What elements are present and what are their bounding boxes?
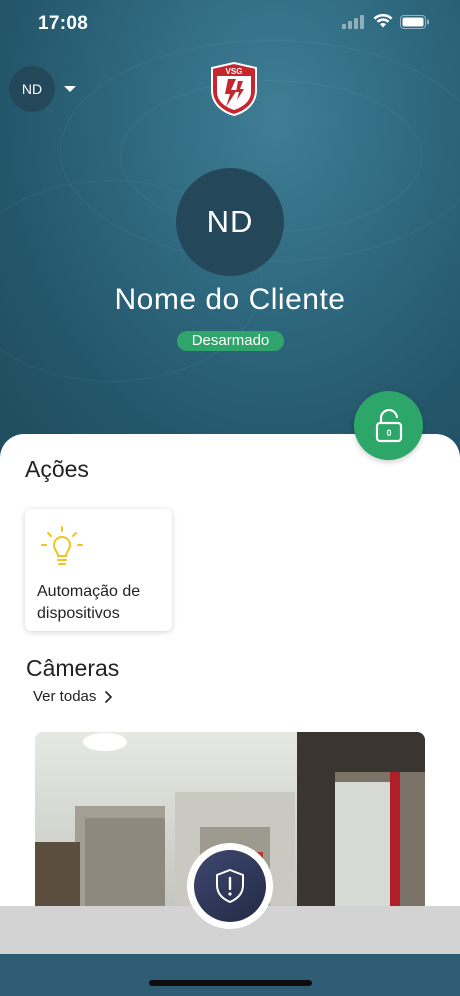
svg-text:0: 0 — [386, 428, 391, 438]
see-all-cameras-link[interactable]: Ver todas — [33, 688, 113, 705]
wifi-icon — [373, 14, 393, 28]
panic-alert-button[interactable] — [187, 843, 273, 929]
action-card-label: Automação de dispositivos — [37, 583, 141, 622]
status-bar: 17:08 — [0, 0, 460, 50]
lightbulb-icon — [41, 526, 83, 565]
battery-icon — [400, 14, 429, 29]
status-time: 17:08 — [38, 13, 89, 34]
caret-down-icon[interactable] — [64, 86, 76, 92]
status-icons — [342, 14, 430, 29]
actions-title: Ações — [25, 456, 89, 482]
cameras-title: Câmeras — [26, 655, 120, 681]
client-avatar: ND — [176, 168, 284, 276]
svg-text:VSG: VSG — [226, 67, 243, 76]
arm-status-badge: Desarmado — [177, 331, 284, 351]
home-indicator[interactable] — [149, 980, 312, 986]
unlock-icon: 0 — [375, 408, 402, 442]
vsg-logo: VSG — [211, 62, 257, 116]
user-avatar[interactable]: ND — [9, 66, 55, 112]
chevron-right-icon — [105, 690, 113, 703]
home-indicator-area — [0, 954, 460, 996]
unlock-button[interactable]: 0 — [354, 391, 423, 460]
shield-alert-icon — [216, 868, 244, 904]
account-switcher[interactable]: ND — [9, 66, 76, 112]
signal-icon — [342, 14, 364, 29]
device-automation-card[interactable]: Automação de dispositivos — [25, 509, 172, 631]
see-all-label: Ver todas — [33, 688, 97, 705]
panic-button-inner — [194, 850, 266, 922]
client-name: Nome do Cliente — [114, 283, 346, 316]
